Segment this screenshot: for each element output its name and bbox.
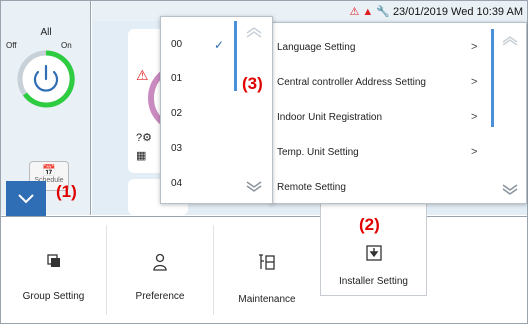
power-toggle[interactable]: [16, 49, 76, 109]
all-control-panel: All Off On 📅 Schedule: [1, 1, 91, 217]
datetime-text: 23/01/2019 Wed 10:39 AM: [392, 5, 523, 18]
warning-icon[interactable]: ⚠: [349, 5, 359, 18]
expand-toggle-button[interactable]: [6, 181, 46, 217]
scrollbar[interactable]: [491, 29, 494, 127]
preference-button[interactable]: Preference: [107, 217, 213, 324]
chevron-right-icon: >: [471, 146, 478, 158]
installer-settings-menu: Language Setting > Central controller Ad…: [270, 22, 527, 204]
scrollbar[interactable]: [234, 21, 237, 91]
checkmark-icon: ✓: [214, 38, 225, 52]
menu-item-temp-unit[interactable]: Temp. Unit Setting: [277, 147, 487, 158]
menu-item-language[interactable]: Language Setting: [277, 42, 487, 53]
status-bar: ⚠ ▲ 🔧 23/01/2019 Wed 10:39 AM: [92, 1, 527, 21]
chevron-down-icon: [18, 194, 34, 204]
menu-item-indoor-registration[interactable]: Indoor Unit Registration: [277, 112, 487, 123]
user-icon: [107, 253, 213, 276]
dropdown-option[interactable]: 04: [171, 178, 182, 189]
maintenance-button[interactable]: Maintenance: [214, 217, 320, 324]
menu-item-central-address[interactable]: Central controller Address Setting: [277, 77, 487, 88]
bottom-menu: Group Setting Preference Maintenance: [1, 216, 527, 323]
installer-setting-label: Installer Setting: [339, 276, 408, 287]
group-setting-label: Group Setting: [22, 291, 85, 302]
dropdown-option[interactable]: 03: [171, 143, 182, 154]
callout-1: (1): [56, 182, 77, 201]
calendar-icon: 📅: [42, 165, 56, 177]
menu-item-label: Indoor Unit Registration: [277, 112, 383, 123]
callout-3: (3): [242, 74, 263, 93]
scroll-up-icon[interactable]: [501, 35, 519, 45]
grid-icon: ▦: [136, 150, 147, 162]
preference-label: Preference: [135, 291, 185, 302]
scroll-up-icon[interactable]: [245, 27, 263, 39]
scroll-down-icon[interactable]: [501, 183, 519, 195]
group-setting-icon: [1, 253, 106, 274]
menu-item-label: Remote Setting: [277, 182, 346, 193]
settings-icon: ?⚙: [136, 132, 152, 144]
maintenance-icon[interactable]: 🔧: [376, 5, 390, 18]
group-setting-button[interactable]: Group Setting: [1, 217, 106, 324]
menu-item-label: Temp. Unit Setting: [277, 147, 359, 158]
dropdown-option[interactable]: 01: [171, 73, 182, 84]
download-box-icon: [321, 245, 426, 266]
callout-2: (2): [359, 215, 380, 234]
address-dropdown: 00 ✓ 01 02 03 04: [160, 16, 273, 204]
dropdown-option[interactable]: 02: [171, 108, 182, 119]
warning-icon: ⚠: [136, 67, 149, 83]
filter-icon[interactable]: ▲: [362, 6, 373, 18]
status-indicators: ⚠ ▲ 🔧 23/01/2019 Wed 10:39 AM: [349, 5, 523, 19]
chevron-right-icon: >: [471, 41, 478, 53]
chevron-right-icon: >: [471, 76, 478, 88]
all-label: All: [40, 27, 52, 38]
dropdown-option[interactable]: 00: [171, 39, 182, 50]
maintenance-icon: [214, 253, 320, 276]
chevron-right-icon: >: [471, 111, 478, 123]
installer-setting-button[interactable]: (2) Installer Setting: [320, 192, 427, 296]
menu-item-remote[interactable]: Remote Setting: [277, 182, 487, 193]
scroll-down-icon[interactable]: [245, 180, 263, 192]
off-label: Off: [6, 41, 17, 50]
menu-item-label: Language Setting: [277, 42, 356, 53]
menu-item-label: Central controller Address Setting: [277, 77, 426, 88]
maintenance-label: Maintenance: [238, 294, 296, 305]
